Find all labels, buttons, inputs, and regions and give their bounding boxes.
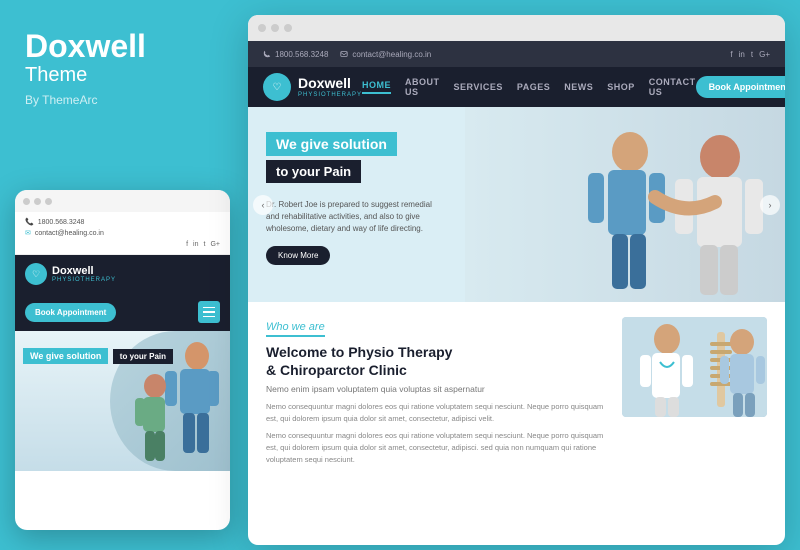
mobile-logo-icon: ♡ — [25, 263, 47, 285]
clinic-image-svg — [622, 317, 767, 417]
topbar-right: f in t G+ — [730, 50, 770, 59]
email-icon: ✉ — [25, 229, 31, 237]
linkedin-icon: in — [193, 241, 198, 248]
who-we-are-label: Who we are — [266, 321, 325, 337]
topbar-left: 1800.568.3248 contact@healing.co.in — [263, 50, 431, 59]
hero-next-button[interactable]: › — [760, 195, 780, 215]
gplus-icon: G+ — [210, 241, 220, 248]
mobile-book-button[interactable]: Book Appointment — [25, 303, 116, 322]
know-more-button[interactable]: Know More — [266, 246, 330, 265]
nav-news[interactable]: NEWS — [564, 82, 593, 92]
desktop-book-button[interactable]: Book Appointment — [696, 76, 785, 98]
content-title-line2: & Chiroparctor Clinic — [266, 362, 407, 378]
facebook-icon: f — [186, 241, 188, 248]
topbar-phone: 1800.568.3248 — [263, 50, 328, 59]
content-left: Who we are Welcome to Physio Therapy & C… — [266, 317, 607, 466]
mobile-hero: We give solution to your Pain — [15, 331, 230, 471]
mobile-social: f in t G+ — [25, 241, 220, 248]
nav-shop[interactable]: SHOP — [607, 82, 635, 92]
topbar-twitter-icon: t — [751, 50, 753, 59]
desktop-logo: ♡ Doxwell PHYSIOTHERAPY — [263, 73, 362, 101]
brand-title: Doxwell — [25, 30, 215, 62]
mobile-titlebar — [15, 190, 230, 212]
mobile-phone-row: 📞 1800.568.3248 — [25, 218, 220, 226]
mobile-logo: ♡ Doxwell PHYSIOTHERAPY — [25, 263, 116, 285]
topbar-email: contact@healing.co.in — [340, 50, 431, 59]
hero-prev-button[interactable]: ‹ — [253, 195, 273, 215]
desktop-hero-line1: We give solution — [266, 132, 397, 156]
content-para1: Nemo consequuntur magni dolores eos qui … — [266, 401, 607, 425]
mobile-dot-3 — [45, 198, 52, 205]
mobile-hero-line1: We give solution — [23, 348, 108, 364]
desktop-navbar: ♡ Doxwell PHYSIOTHERAPY HOME ABOUT US SE… — [248, 67, 785, 107]
hero-people-svg — [445, 107, 785, 302]
mobile-hamburger[interactable] — [198, 301, 220, 323]
topbar-email-text: contact@healing.co.in — [352, 50, 431, 59]
content-subtitle: Nemo enim ipsam voluptatem quia voluptas… — [266, 384, 607, 394]
desktop-content-section: Who we are Welcome to Physio Therapy & C… — [248, 302, 785, 481]
hero-desc-1: Dr. Robert Joe is prepared to suggest re… — [266, 200, 432, 209]
desktop-nav: HOME ABOUT US SERVICES PAGES NEWS SHOP C… — [362, 77, 696, 97]
desktop-topbar: 1800.568.3248 contact@healing.co.in f in… — [248, 41, 785, 67]
mobile-logo-name: Doxwell — [52, 265, 116, 277]
mobile-email: contact@healing.co.in — [35, 230, 104, 237]
mobile-phone: 1800.568.3248 — [38, 219, 85, 226]
mobile-logo-sub: PHYSIOTHERAPY — [52, 277, 116, 283]
twitter-icon: t — [204, 241, 206, 248]
mobile-topbar: 📞 1800.568.3248 ✉ contact@healing.co.in … — [15, 212, 230, 255]
topbar-email-icon — [340, 50, 348, 58]
clinic-image — [622, 317, 767, 417]
mobile-navbar: ♡ Doxwell PHYSIOTHERAPY — [15, 255, 230, 293]
content-title: Welcome to Physio Therapy & Chiroparctor… — [266, 343, 607, 379]
mobile-dot-1 — [23, 198, 30, 205]
content-para2: Nemo consequuntur magni dolores eos qui … — [266, 430, 607, 466]
mobile-actions: Book Appointment — [15, 293, 230, 331]
nav-about[interactable]: ABOUT US — [405, 77, 440, 97]
mobile-logo-text: Doxwell PHYSIOTHERAPY — [52, 265, 116, 283]
brand-by: By ThemeArc — [25, 93, 215, 107]
mobile-hero-content: We give solution to your Pain — [23, 346, 173, 367]
desktop-hero-line2: to your Pain — [266, 160, 361, 183]
hero-desc-2: and rehabilitative activities, and also … — [266, 212, 420, 221]
topbar-linkedin-icon: in — [739, 50, 745, 59]
topbar-phone-icon — [263, 50, 271, 58]
desktop-logo-texts: Doxwell PHYSIOTHERAPY — [298, 76, 362, 97]
content-title-line1: Welcome to Physio Therapy — [266, 344, 452, 360]
nav-home[interactable]: HOME — [362, 80, 391, 94]
hamburger-line-2 — [203, 311, 215, 313]
hero-desc-3: wholesome, dietary and way of life direc… — [266, 224, 423, 233]
topbar-phone-text: 1800.568.3248 — [275, 50, 328, 59]
desktop-logo-icon: ♡ — [263, 73, 291, 101]
phone-icon: 📞 — [25, 218, 34, 226]
desktop-dot-3 — [284, 24, 292, 32]
desktop-logo-sub: PHYSIOTHERAPY — [298, 92, 362, 98]
desktop-mockup: 1800.568.3248 contact@healing.co.in f in… — [248, 15, 785, 545]
nav-services[interactable]: SERVICES — [454, 82, 503, 92]
mobile-hero-line2: to your Pain — [113, 349, 173, 364]
nav-pages[interactable]: PAGES — [517, 82, 550, 92]
mobile-mockup: 📞 1800.568.3248 ✉ contact@healing.co.in … — [15, 190, 230, 530]
desktop-dot-2 — [271, 24, 279, 32]
nav-contact[interactable]: CONTACT US — [649, 77, 696, 97]
desktop-dot-1 — [258, 24, 266, 32]
desktop-hero-content: We give solution to your Pain Dr. Robert… — [266, 132, 432, 265]
desktop-titlebar — [248, 15, 785, 41]
desktop-logo-name: Doxwell — [298, 76, 362, 91]
desktop-hero: We give solution to your Pain Dr. Robert… — [248, 107, 785, 302]
hamburger-line-3 — [203, 316, 215, 318]
topbar-facebook-icon: f — [730, 50, 732, 59]
mobile-email-row: ✉ contact@healing.co.in — [25, 229, 220, 237]
brand-subtitle: Theme — [25, 64, 215, 87]
content-right — [622, 317, 767, 466]
topbar-gplus-icon: G+ — [759, 50, 770, 59]
mobile-dot-2 — [34, 198, 41, 205]
hamburger-line-1 — [203, 307, 215, 309]
desktop-hero-desc: Dr. Robert Joe is prepared to suggest re… — [266, 199, 432, 235]
